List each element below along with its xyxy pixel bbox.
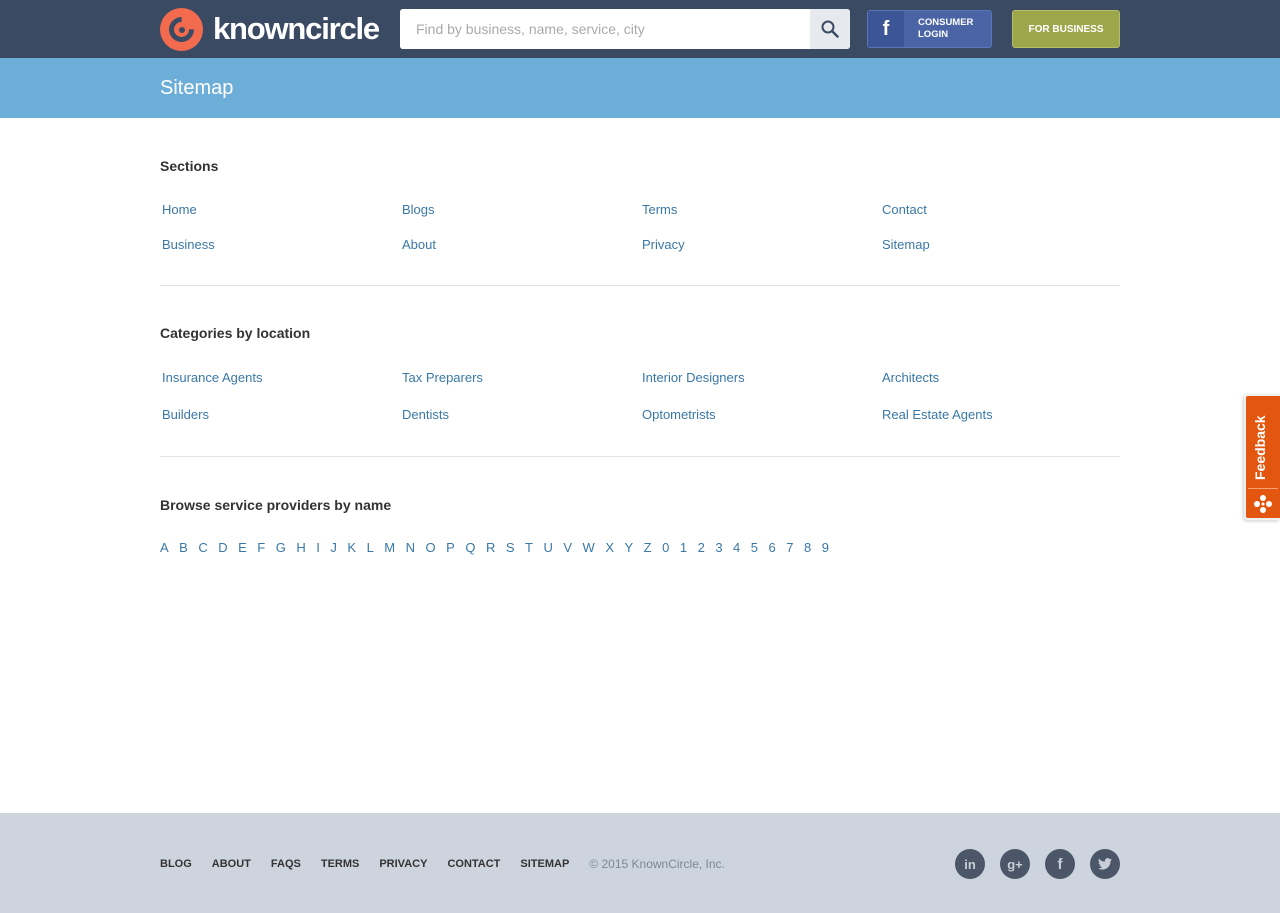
divider: [160, 285, 1120, 286]
category-link-architects[interactable]: Architects: [882, 370, 1120, 385]
footer-link-terms[interactable]: TERMS: [321, 858, 360, 870]
letter-link[interactable]: 6: [769, 540, 776, 555]
letter-link[interactable]: J: [330, 540, 337, 555]
letter-link[interactable]: I: [316, 540, 320, 555]
sections-links: Home Blogs Terms Contact Business About …: [162, 202, 1120, 252]
letter-link[interactable]: K: [347, 540, 356, 555]
brand-logo[interactable]: knowncircle: [160, 7, 380, 51]
search-input[interactable]: [400, 9, 810, 49]
letter-link[interactable]: A: [160, 540, 169, 555]
footer-nav: BLOG ABOUT FAQS TERMS PRIVACY CONTACT SI…: [160, 857, 725, 871]
letter-link[interactable]: 3: [715, 540, 722, 555]
facebook-icon: f: [868, 11, 904, 47]
letter-link[interactable]: 2: [698, 540, 705, 555]
divider: [160, 456, 1120, 457]
letter-link[interactable]: V: [563, 540, 572, 555]
facebook-button[interactable]: f: [1045, 849, 1075, 879]
linkedin-button[interactable]: in: [955, 849, 985, 879]
feedback-label: Feedback: [1252, 415, 1268, 480]
search-icon: [821, 20, 839, 38]
categories-heading: Categories by location: [160, 325, 311, 341]
letter-link[interactable]: 1: [680, 540, 687, 555]
section-link-terms[interactable]: Terms: [642, 202, 882, 217]
letter-link[interactable]: C: [198, 540, 207, 555]
letter-link[interactable]: U: [543, 540, 552, 555]
browse-heading: Browse service providers by name: [160, 497, 392, 513]
letter-link[interactable]: 8: [804, 540, 811, 555]
letter-link[interactable]: S: [506, 540, 515, 555]
section-link-business[interactable]: Business: [162, 237, 402, 252]
letter-link[interactable]: L: [367, 540, 374, 555]
copyright: © 2015 KnownCircle, Inc.: [589, 857, 725, 871]
feedback-dots-icon: [1254, 495, 1272, 513]
for-business-button[interactable]: FOR BUSINESS: [1012, 10, 1120, 48]
categories-links: Insurance Agents Tax Preparers Interior …: [162, 370, 1120, 422]
letter-link[interactable]: X: [605, 540, 614, 555]
letter-link[interactable]: O: [426, 540, 436, 555]
section-link-about[interactable]: About: [402, 237, 642, 252]
twitter-button[interactable]: [1090, 849, 1120, 879]
feedback-separator: [1248, 488, 1278, 489]
footer-link-privacy[interactable]: PRIVACY: [379, 858, 427, 870]
search-bar: [400, 9, 850, 49]
section-link-contact[interactable]: Contact: [882, 202, 1120, 217]
letter-link[interactable]: P: [446, 540, 455, 555]
letter-link[interactable]: Y: [624, 540, 633, 555]
facebook-icon: f: [1057, 855, 1063, 873]
footer-link-about[interactable]: ABOUT: [212, 858, 251, 870]
search-button[interactable]: [810, 9, 850, 49]
twitter-icon: [1098, 858, 1112, 870]
footer-link-faqs[interactable]: FAQS: [271, 858, 301, 870]
footer-link-sitemap[interactable]: SITEMAP: [520, 858, 569, 870]
letter-link[interactable]: M: [384, 540, 395, 555]
letter-link[interactable]: N: [406, 540, 415, 555]
letter-link[interactable]: T: [525, 540, 533, 555]
section-link-blogs[interactable]: Blogs: [402, 202, 642, 217]
letter-link[interactable]: W: [583, 540, 595, 555]
letter-link[interactable]: Q: [465, 540, 475, 555]
letter-link[interactable]: F: [257, 540, 265, 555]
letter-link[interactable]: B: [179, 540, 188, 555]
letter-link[interactable]: D: [218, 540, 227, 555]
feedback-tab[interactable]: Feedback: [1244, 394, 1280, 520]
letter-link[interactable]: Z: [644, 540, 652, 555]
category-link-optometrists[interactable]: Optometrists: [642, 407, 882, 422]
letter-link[interactable]: 0: [662, 540, 669, 555]
googleplus-icon: g+: [1007, 856, 1023, 872]
letter-link[interactable]: E: [238, 540, 247, 555]
alphabet-index: A B C D E F G H I J K L M N O P Q R S T …: [160, 540, 839, 555]
footer-link-blog[interactable]: BLOG: [160, 858, 192, 870]
section-link-sitemap[interactable]: Sitemap: [882, 237, 1120, 252]
footer-link-contact[interactable]: CONTACT: [447, 858, 500, 870]
page-title-bar: Sitemap: [0, 58, 1280, 118]
category-link-builders[interactable]: Builders: [162, 407, 402, 422]
linkedin-icon: in: [964, 856, 976, 872]
letter-link[interactable]: 9: [822, 540, 829, 555]
category-link-tax-preparers[interactable]: Tax Preparers: [402, 370, 642, 385]
letter-link[interactable]: 7: [786, 540, 793, 555]
sections-heading: Sections: [160, 158, 219, 174]
letter-link[interactable]: G: [276, 540, 286, 555]
brand-name: knowncircle: [213, 11, 380, 46]
category-link-interior-designers[interactable]: Interior Designers: [642, 370, 882, 385]
letter-link[interactable]: 5: [751, 540, 758, 555]
footer: BLOG ABOUT FAQS TERMS PRIVACY CONTACT SI…: [0, 813, 1280, 913]
category-link-insurance-agents[interactable]: Insurance Agents: [162, 370, 402, 385]
logo-circle-icon: [160, 7, 203, 51]
googleplus-button[interactable]: g+: [1000, 849, 1030, 879]
top-navbar: knowncircle f CONSUMER LOGIN FOR BUSINES…: [0, 0, 1280, 58]
section-link-privacy[interactable]: Privacy: [642, 237, 882, 252]
category-link-dentists[interactable]: Dentists: [402, 407, 642, 422]
letter-link[interactable]: H: [296, 540, 305, 555]
page-title: Sitemap: [160, 77, 234, 99]
letter-link[interactable]: R: [486, 540, 495, 555]
letter-link[interactable]: 4: [733, 540, 740, 555]
consumer-login-label: CONSUMER LOGIN: [918, 17, 974, 40]
category-link-real-estate-agents[interactable]: Real Estate Agents: [882, 407, 1120, 422]
section-link-home[interactable]: Home: [162, 202, 402, 217]
consumer-login-button[interactable]: f CONSUMER LOGIN: [867, 10, 992, 48]
